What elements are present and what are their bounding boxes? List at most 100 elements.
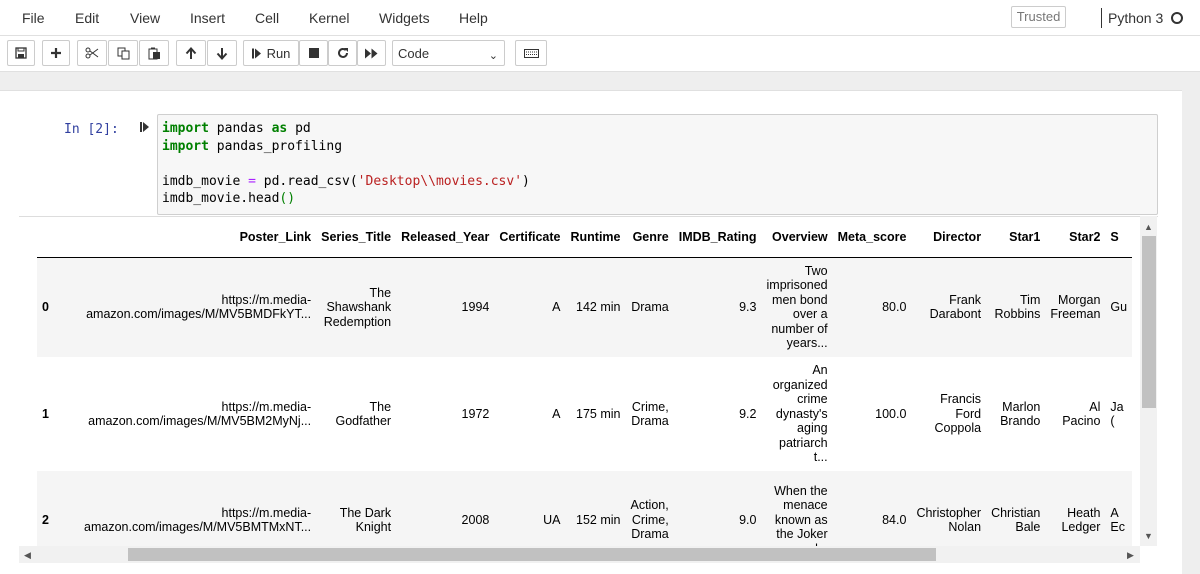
plus-icon	[51, 48, 61, 58]
menu-help[interactable]: Help	[459, 10, 488, 26]
menu-edit[interactable]: Edit	[75, 10, 99, 26]
table-cell: Morgan Freeman	[1050, 292, 1101, 322]
table-cell: 1972	[461, 406, 490, 421]
restart-icon	[337, 47, 348, 58]
column-header: IMDB_Rating	[673, 217, 762, 258]
trusted-badge[interactable]: Trusted	[1011, 6, 1066, 28]
table-row: 2 https://m.media- amazon.com/images/M/MV…	[37, 471, 1133, 546]
save-button[interactable]	[7, 40, 35, 66]
table-cell: Frank Darabont	[929, 292, 982, 322]
table-row: 1 https://m.media- amazon.com/images/M/MV…	[37, 357, 1132, 471]
save-icon	[15, 47, 27, 59]
vertical-scroll-thumb[interactable]	[1142, 236, 1156, 408]
move-up-button[interactable]	[176, 40, 206, 66]
table-cell: A Ec	[1110, 505, 1126, 535]
menu-insert[interactable]: Insert	[190, 10, 225, 26]
scroll-right-arrow-icon[interactable]: ▶	[1127, 550, 1134, 561]
table-cell: https://m.media- amazon.com/images/M/MV5…	[88, 399, 312, 429]
interrupt-button[interactable]	[299, 40, 328, 66]
table-cell: Tim Robbins	[994, 292, 1041, 322]
stop-icon	[308, 48, 319, 58]
cell-type-select[interactable]: Code ⌄	[392, 40, 505, 66]
restart-run-all-button[interactable]	[357, 40, 386, 66]
table-row: 0 https://m.media- amazon.com/images/M/MV…	[37, 257, 1133, 357]
table-cell: 175 min	[576, 406, 621, 421]
table-cell: UA	[543, 512, 561, 527]
row-index: 2	[42, 512, 49, 527]
table-cell: Ja (	[1110, 399, 1124, 429]
column-header: Director	[911, 217, 987, 258]
output-area: Poster_Link Series_Title Released_Year Cert…	[19, 216, 1158, 546]
code-token: import	[162, 121, 209, 136]
code-token: pd.read_csv(	[255, 173, 358, 189]
move-down-button[interactable]	[207, 40, 237, 66]
table-cell: Crime, Drama	[631, 399, 669, 429]
table-cell: 100.0	[875, 406, 907, 421]
menu-cell[interactable]: Cell	[255, 10, 279, 26]
column-header: Certificate	[494, 217, 566, 258]
menu-widgets[interactable]: Widgets	[379, 10, 430, 26]
run-icon	[251, 48, 261, 58]
column-header: Genre	[625, 217, 674, 258]
row-index: 0	[42, 300, 49, 314]
code-token: ()	[279, 191, 296, 206]
code-token: imdb_movie	[162, 173, 249, 189]
code-token: imdb_movie.head	[162, 191, 280, 206]
table-cell: 9.2	[739, 406, 757, 421]
code-token: =	[248, 173, 256, 189]
column-header: Runtime	[565, 217, 626, 258]
table-cell: Christopher Nolan	[916, 505, 982, 535]
table-cell: 9.3	[739, 300, 757, 314]
menu-kernel[interactable]: Kernel	[309, 10, 349, 26]
table-cell: A	[552, 300, 561, 314]
run-label: Run	[266, 45, 291, 61]
horizontal-scroll-thumb[interactable]	[128, 548, 936, 561]
keyboard-icon	[523, 48, 539, 58]
column-header: S	[1105, 217, 1133, 258]
table-cell: 80.0	[882, 300, 907, 314]
cell-type-value: Code	[398, 46, 430, 61]
menu-file[interactable]: File	[22, 10, 45, 26]
scroll-left-arrow-icon[interactable]: ◀	[24, 550, 31, 561]
kernel-name[interactable]: Python 3	[1108, 10, 1163, 26]
dataframe-table: Poster_Link Series_Title Released_Year Cert…	[37, 217, 1133, 546]
table-cell: Gu	[1110, 300, 1128, 314]
column-header: Poster_Link	[79, 217, 317, 258]
column-header: Series_Title	[316, 217, 397, 258]
code-line: imdb_movie = pd.read_csv('Desktop\\movie…	[162, 173, 1153, 191]
code-token: pd	[287, 121, 311, 136]
arrow-down-icon	[216, 47, 228, 60]
run-button[interactable]: Run	[243, 40, 299, 66]
insert-cell-button[interactable]	[42, 40, 70, 66]
command-palette-button[interactable]	[515, 40, 547, 66]
run-marker-icon	[140, 121, 150, 136]
paste-button[interactable]	[139, 40, 169, 66]
copy-button[interactable]	[108, 40, 138, 66]
code-token: import	[162, 138, 209, 154]
cut-icon	[85, 47, 99, 59]
scroll-up-arrow-icon[interactable]: ▲	[1144, 222, 1153, 232]
table-cell: The Dark Knight	[339, 505, 392, 535]
table-cell: 152 min	[576, 512, 621, 527]
code-line: import pandas_profiling	[162, 138, 1153, 156]
table-header-row: Poster_Link Series_Title Released_Year Cert…	[37, 217, 1133, 258]
code-token: 'Desktop\\movies.csv'	[357, 173, 523, 189]
restart-button[interactable]	[328, 40, 357, 66]
scroll-down-arrow-icon[interactable]: ▼	[1144, 531, 1153, 541]
menu-bar: File Edit View Insert Cell Kernel Widget…	[0, 0, 1200, 36]
row-index: 1	[42, 406, 49, 421]
code-token: pandas_profiling	[208, 138, 343, 154]
table-cell: The Shawshank Redemption	[323, 285, 392, 329]
table-cell: The Godfather	[335, 399, 392, 429]
cut-button[interactable]	[77, 40, 107, 66]
cell-prompt: In [2]:	[64, 122, 119, 137]
arrow-up-icon	[185, 46, 197, 59]
code-editor[interactable]: import pandas as pd import pandas_profili…	[157, 114, 1158, 215]
code-token: )	[522, 173, 530, 189]
fast-forward-icon	[365, 48, 378, 58]
table-cell: 9.0	[739, 512, 757, 527]
table-cell: Christian Bale	[991, 505, 1041, 535]
menu-view[interactable]: View	[130, 10, 160, 26]
table-cell: https://m.media- amazon.com/images/M/MV5…	[86, 292, 312, 322]
